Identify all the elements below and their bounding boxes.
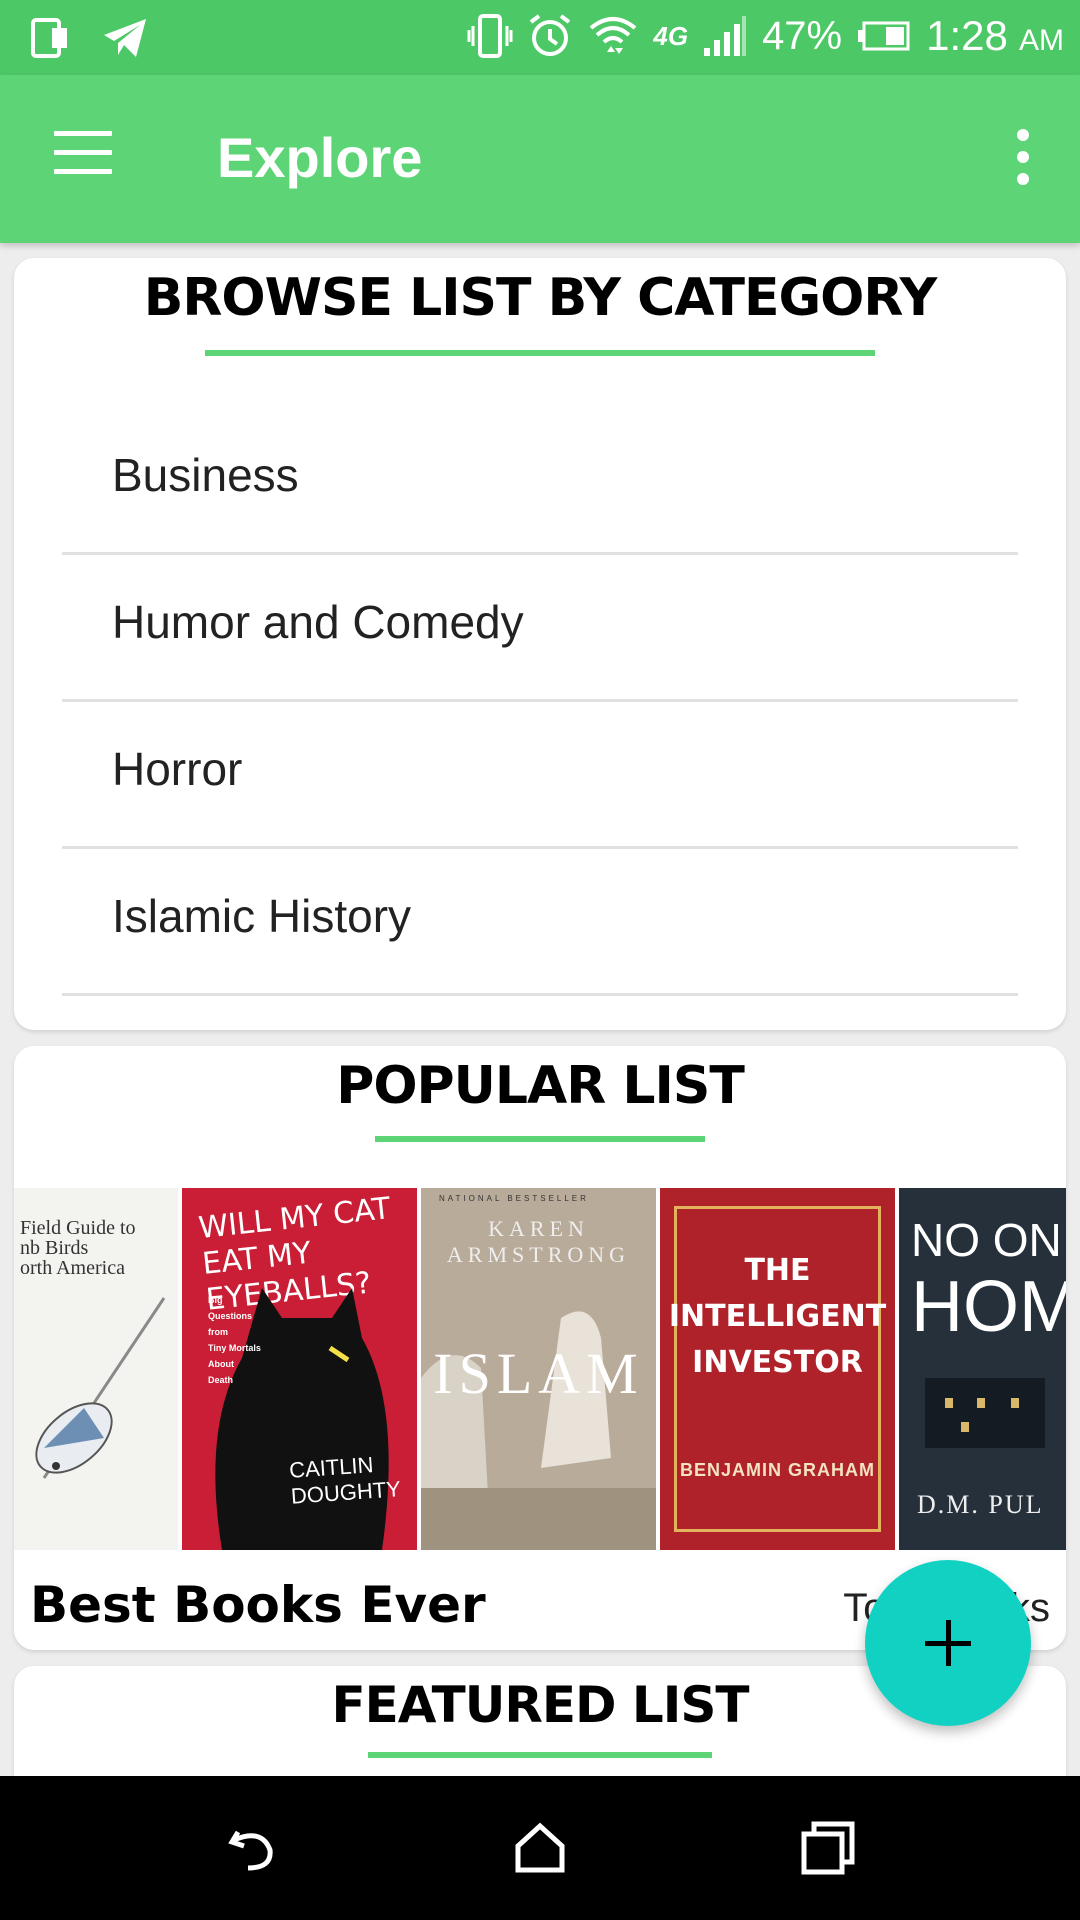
app-bar: Explore: [0, 75, 1080, 243]
book-cover[interactable]: WILL MY CAT EAT MY EYEBALLS? Big Questio…: [182, 1188, 417, 1550]
popular-list-card: POPULAR LIST Field Guide to nb Birds ort…: [14, 1046, 1066, 1650]
book-author: BENJAMIN GRAHAM: [680, 1460, 875, 1480]
house-illustration: [925, 1378, 1045, 1448]
add-list-fab[interactable]: [865, 1560, 1031, 1726]
network-type: 4G: [653, 20, 689, 51]
status-bar: 4G 47% 1:28 AM: [0, 0, 1080, 75]
book-cover[interactable]: NATIONAL BESTSELLER KAREN ARMSTRONG ISLA…: [421, 1188, 656, 1550]
list-name[interactable]: Best Books Ever: [30, 1576, 486, 1634]
alarm-icon: [530, 14, 571, 56]
book-author: CAITLIN DOUGHTY: [288, 1452, 402, 1509]
popular-section-title: POPULAR LIST: [336, 1056, 745, 1116]
category-item-islamic-history[interactable]: Islamic History: [62, 849, 1018, 996]
category-label: Horror: [112, 743, 243, 795]
recents-icon[interactable]: [798, 1818, 858, 1878]
book-title: ISLAM: [433, 1341, 644, 1406]
category-item-business[interactable]: Business: [62, 408, 1018, 555]
book-cover[interactable]: Field Guide to nb Birds orth America: [14, 1188, 178, 1550]
browse-section-title: BROWSE LIST BY CATEGORY: [143, 268, 937, 328]
signal-icon: [704, 16, 747, 56]
book-author: D.M. PUL: [917, 1490, 1044, 1519]
book-badge: NATIONAL BESTSELLER: [439, 1194, 589, 1203]
category-label: Humor and Comedy: [112, 596, 524, 648]
category-label: Business: [112, 449, 299, 501]
sim-icon: [31, 18, 67, 58]
battery-icon: [858, 21, 910, 51]
clock-time: 1:28: [926, 12, 1008, 59]
category-list: Business Humor and Comedy Horror Islamic…: [14, 408, 1066, 996]
system-nav-bar: [0, 1776, 1080, 1920]
battery-percent: 47%: [762, 13, 843, 58]
telegram-icon: [104, 19, 146, 57]
vibrate-icon: [467, 14, 513, 58]
book-title: THE INTELLIGENT INVESTOR: [668, 1253, 887, 1380]
bird-illustration: [35, 1297, 166, 1479]
back-icon[interactable]: [222, 1818, 282, 1878]
book-title: NO ON HOM: [911, 1214, 1066, 1347]
title-underline: [368, 1752, 712, 1758]
hamburger-menu-icon[interactable]: [54, 131, 112, 177]
category-label: Islamic History: [112, 890, 412, 942]
category-item-humor-and-comedy[interactable]: Humor and Comedy: [62, 555, 1018, 702]
browse-category-card: BROWSE LIST BY CATEGORY Business Humor a…: [14, 258, 1066, 1030]
book-title: Field Guide to nb Birds orth America: [20, 1217, 136, 1279]
wifi-icon: [590, 17, 637, 54]
clock-ampm: AM: [1019, 24, 1064, 57]
book-cover[interactable]: NO ON HOM D.M. PUL: [899, 1188, 1066, 1550]
title-underline: [205, 350, 875, 356]
book-cover[interactable]: THE INTELLIGENT INVESTOR BENJAMIN GRAHAM: [660, 1188, 895, 1550]
book-cover-carousel[interactable]: Field Guide to nb Birds orth America WIL…: [14, 1188, 1066, 1550]
category-item-horror[interactable]: Horror: [62, 702, 1018, 849]
more-vert-icon[interactable]: [1008, 129, 1038, 185]
home-icon[interactable]: [510, 1818, 570, 1878]
title-underline: [375, 1136, 705, 1142]
book-subtitle: Big Questions from Tiny Mortals About De…: [208, 1295, 261, 1385]
page-title: Explore: [217, 126, 423, 189]
